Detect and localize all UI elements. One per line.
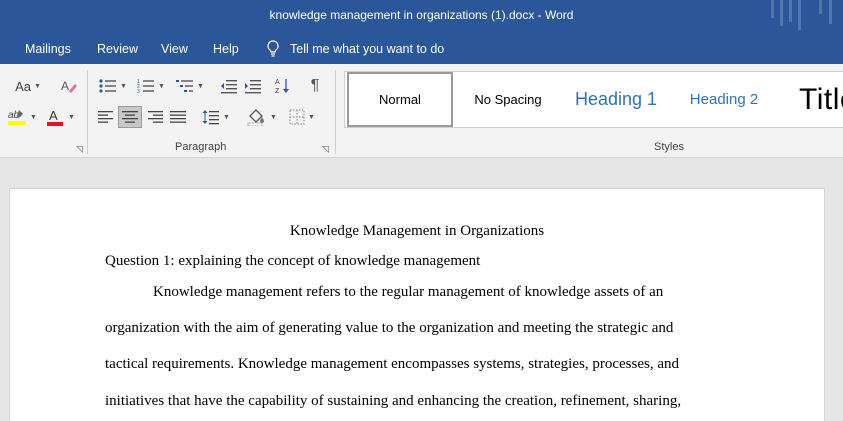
style-normal-label: Normal [379, 92, 421, 107]
document-page[interactable]: Knowledge Management in Organizations Qu… [10, 189, 824, 421]
tab-view[interactable]: View [161, 42, 188, 56]
clear-formatting-button[interactable]: A [58, 75, 80, 97]
tab-help[interactable]: Help [213, 42, 239, 56]
style-heading-2-label: Heading 2 [689, 91, 759, 108]
borders-icon [289, 109, 305, 125]
line-spacing-icon [202, 109, 220, 125]
decrease-indent-icon [220, 78, 238, 94]
style-normal[interactable]: Normal [347, 72, 453, 127]
question-heading: Question 1: explaining the concept of kn… [105, 253, 481, 269]
align-left-icon [98, 110, 114, 124]
font-color-button[interactable]: A ▼ [42, 106, 78, 128]
style-no-spacing-label: No Spacing [474, 92, 542, 107]
align-right-button[interactable] [144, 106, 166, 128]
borders-button[interactable]: ▼ [284, 106, 320, 128]
align-center-button[interactable] [118, 106, 142, 128]
paragraph-line: Knowledge management refers to the regul… [153, 284, 664, 300]
paragraph-line: initiatives that have the capability of … [105, 393, 682, 409]
group-divider [87, 70, 88, 154]
group-divider [335, 70, 336, 154]
shading-icon [247, 108, 267, 126]
font-dialog-launcher-icon[interactable]: ◹ [76, 144, 83, 155]
style-title[interactable]: Title [779, 72, 843, 127]
styles-gallery: Normal No Spacing Heading 1 Heading 2 Ti… [344, 71, 843, 128]
svg-text:Z: Z [275, 88, 280, 95]
paragraph-line: tactical requirements. Knowledge managem… [105, 356, 679, 372]
svg-text:A: A [49, 108, 58, 123]
justify-button[interactable] [167, 106, 189, 128]
svg-text:A: A [275, 79, 280, 86]
window-title: knowledge management in organizations (1… [269, 8, 574, 22]
justify-icon [170, 110, 186, 124]
lightbulb-icon [266, 40, 280, 57]
style-no-spacing[interactable]: No Spacing [457, 72, 559, 127]
tell-me-text: Tell me what you want to do [290, 41, 445, 56]
numbering-icon: 123 [137, 78, 155, 94]
paragraph-group-label: Paragraph [175, 141, 227, 153]
styles-group-label: Styles [654, 141, 684, 153]
style-title-label: Title [799, 82, 843, 116]
title-bar: knowledge management in organizations (1… [0, 0, 843, 34]
paragraph-dialog-launcher-icon[interactable]: ◹ [322, 144, 329, 155]
change-case-button[interactable]: Aa ▼ [10, 75, 46, 97]
multilevel-list-icon [176, 78, 194, 94]
increase-indent-button[interactable] [242, 75, 264, 97]
sort-button[interactable]: AZ [272, 75, 294, 97]
text-highlight-icon: ab [7, 107, 27, 127]
sort-icon: AZ [275, 77, 291, 95]
increase-indent-icon [244, 78, 262, 94]
highlight-button[interactable]: ab ▼ [4, 106, 40, 128]
svg-text:3: 3 [137, 89, 140, 94]
ribbon: Aa ▼ A ab ▼ A ▼ ▼ 123 ▼ ▼ A Z ¶ ▼ ▼ ▼ ◹ … [0, 64, 843, 158]
paragraph-line: organization with the aim of generating … [105, 320, 674, 336]
numbering-button[interactable]: 123 ▼ [133, 75, 169, 97]
tab-mailings[interactable]: Mailings [25, 42, 71, 56]
shading-button[interactable]: ▼ [244, 106, 280, 128]
decrease-indent-button[interactable] [218, 75, 240, 97]
style-heading-1[interactable]: Heading 1 [563, 72, 669, 127]
pilcrow-icon: ¶ [310, 77, 320, 94]
line-spacing-button[interactable]: ▼ [198, 106, 234, 128]
tab-review[interactable]: Review [97, 42, 138, 56]
style-heading-1-label: Heading 1 [574, 89, 658, 109]
document-workspace: Knowledge Management in Organizations Qu… [0, 158, 843, 421]
ribbon-tabs: Mailings Review View Help Tell me what y… [0, 34, 843, 64]
bullets-button[interactable]: ▼ [95, 75, 131, 97]
title-bar-decoration [763, 0, 843, 34]
align-left-button[interactable] [95, 106, 117, 128]
style-heading-2[interactable]: Heading 2 [673, 72, 775, 127]
tell-me-search[interactable]: Tell me what you want to do [266, 40, 444, 57]
multilevel-list-button[interactable]: ▼ [172, 75, 208, 97]
svg-text:A: A [61, 79, 69, 93]
change-case-icon: Aa [15, 78, 31, 94]
clear-formatting-icon: A [60, 77, 78, 95]
document-title: Knowledge Management in Organizations [289, 223, 545, 239]
show-formatting-marks-button[interactable]: ¶ [304, 75, 326, 97]
align-center-icon [122, 110, 138, 124]
font-color-icon: A [45, 107, 65, 127]
align-right-icon [147, 110, 163, 124]
bullets-icon [99, 78, 117, 94]
